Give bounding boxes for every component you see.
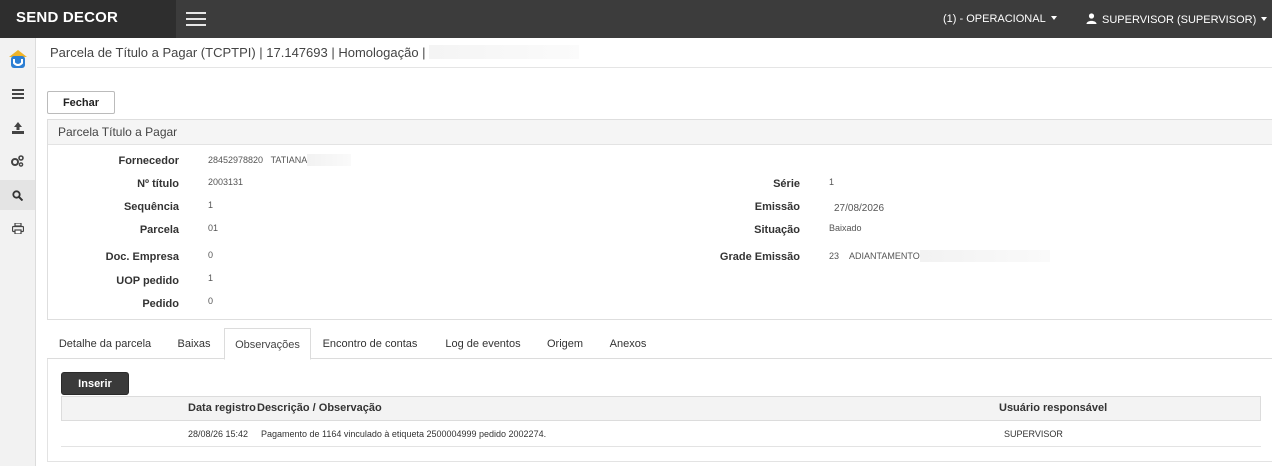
field-label-pedido: Pedido xyxy=(142,298,179,310)
table-row[interactable]: 28/08/26 15:42 Pagamento de 1164 vincula… xyxy=(61,423,1261,447)
field-value-fornecedor: 28452978820 TATIANA xyxy=(208,154,352,166)
company-dropdown-label: (1) - OPERACIONAL xyxy=(943,13,1046,25)
observations-table: Data registro Descrição / Observação Usu… xyxy=(61,396,1261,447)
print-icon[interactable] xyxy=(0,213,35,243)
cogs-icon[interactable] xyxy=(0,146,35,176)
field-value-serie: 1 xyxy=(829,177,835,187)
field-label-grade-emissao: Grade Emissão xyxy=(719,251,800,263)
field-value-pedido: 0 xyxy=(208,296,214,306)
details-panel: Parcela Título a Pagar xyxy=(47,119,1272,320)
user-dropdown[interactable]: SUPERVISOR (SUPERVISOR) xyxy=(1086,13,1268,26)
tab-bar: Detalhe da parcela Baixas Observações En… xyxy=(47,328,1272,360)
hamburger-menu-icon[interactable] xyxy=(186,12,206,26)
tab-observacoes[interactable]: Observações xyxy=(224,328,311,360)
column-header-usuario[interactable]: Usuário responsável xyxy=(999,402,1107,414)
cell-description: Pagamento de 1164 vinculado à etiqueta 2… xyxy=(261,429,547,439)
column-header-data-registro[interactable]: Data registro xyxy=(188,402,256,414)
panel-title: Parcela Título a Pagar xyxy=(48,120,1272,145)
top-navbar: SEND DECOR (1) - OPERACIONAL SUPERVISOR … xyxy=(0,0,1272,38)
user-dropdown-label: SUPERVISOR (SUPERVISOR) xyxy=(1102,14,1257,26)
page-title-text: Parcela de Título a Pagar (TCPTPI) | 17.… xyxy=(50,45,426,60)
upload-icon[interactable] xyxy=(0,113,35,143)
fornecedor-code: 28452978820 xyxy=(208,155,264,165)
user-icon xyxy=(1086,13,1097,24)
home-logo-icon[interactable] xyxy=(0,42,35,76)
tab-detalhe-parcela[interactable]: Detalhe da parcela xyxy=(47,328,163,359)
brand-logo[interactable]: SEND DECOR xyxy=(0,0,176,38)
field-label-serie: Série xyxy=(773,178,800,190)
tab-origem[interactable]: Origem xyxy=(540,328,590,359)
field-value-emissao: 27/08/2026 xyxy=(834,203,885,214)
caret-down-icon xyxy=(1261,17,1268,21)
field-label-situacao: Situação xyxy=(754,224,800,236)
table-header: Data registro Descrição / Observação Usu… xyxy=(61,396,1261,421)
tab-log-eventos[interactable]: Log de eventos xyxy=(436,328,530,359)
column-header-descricao[interactable]: Descrição / Observação xyxy=(257,402,382,414)
redacted-area xyxy=(919,250,1050,262)
field-value-situacao: Baixado xyxy=(829,223,862,233)
caret-down-icon xyxy=(1050,16,1057,20)
field-value-uop-pedido: 1 xyxy=(208,273,214,283)
field-label-sequencia: Sequência xyxy=(123,201,179,213)
field-label-emissao: Emissão xyxy=(754,201,800,213)
redacted-area xyxy=(429,45,580,59)
list-icon[interactable] xyxy=(0,79,35,109)
insert-button[interactable]: Inserir xyxy=(61,372,129,395)
fornecedor-name: TATIANA xyxy=(270,155,308,165)
left-sidebar xyxy=(0,38,36,466)
field-label-fornecedor: Fornecedor xyxy=(118,155,179,167)
grade-code: 23 xyxy=(829,251,840,261)
redacted-area xyxy=(307,154,352,166)
search-icon[interactable] xyxy=(0,180,35,210)
field-label-parcela: Parcela xyxy=(139,224,179,236)
cell-user: SUPERVISOR xyxy=(1004,429,1063,439)
field-label-titulo: Nº título xyxy=(137,178,179,190)
field-value-titulo: 2003131 xyxy=(208,177,244,187)
field-value-sequencia: 1 xyxy=(208,200,214,210)
company-dropdown[interactable]: (1) - OPERACIONAL xyxy=(943,13,1057,25)
field-value-doc-empresa: 0 xyxy=(208,250,214,260)
tab-anexos[interactable]: Anexos xyxy=(603,328,653,359)
close-button[interactable]: Fechar xyxy=(47,91,115,114)
field-value-grade-emissao: 23 ADIANTAMENTO xyxy=(829,250,1050,262)
field-label-doc-empresa: Doc. Empresa xyxy=(105,251,179,263)
field-value-parcela: 01 xyxy=(208,223,219,233)
cell-date: 28/08/26 15:42 xyxy=(188,429,249,439)
field-label-uop-pedido: UOP pedido xyxy=(116,275,179,287)
tab-encontro-contas[interactable]: Encontro de contas xyxy=(315,328,425,359)
divider xyxy=(37,67,1272,68)
page-title: Parcela de Título a Pagar (TCPTPI) | 17.… xyxy=(50,45,580,60)
tab-baixas[interactable]: Baixas xyxy=(165,328,223,359)
grade-name: ADIANTAMENTO xyxy=(849,251,920,261)
